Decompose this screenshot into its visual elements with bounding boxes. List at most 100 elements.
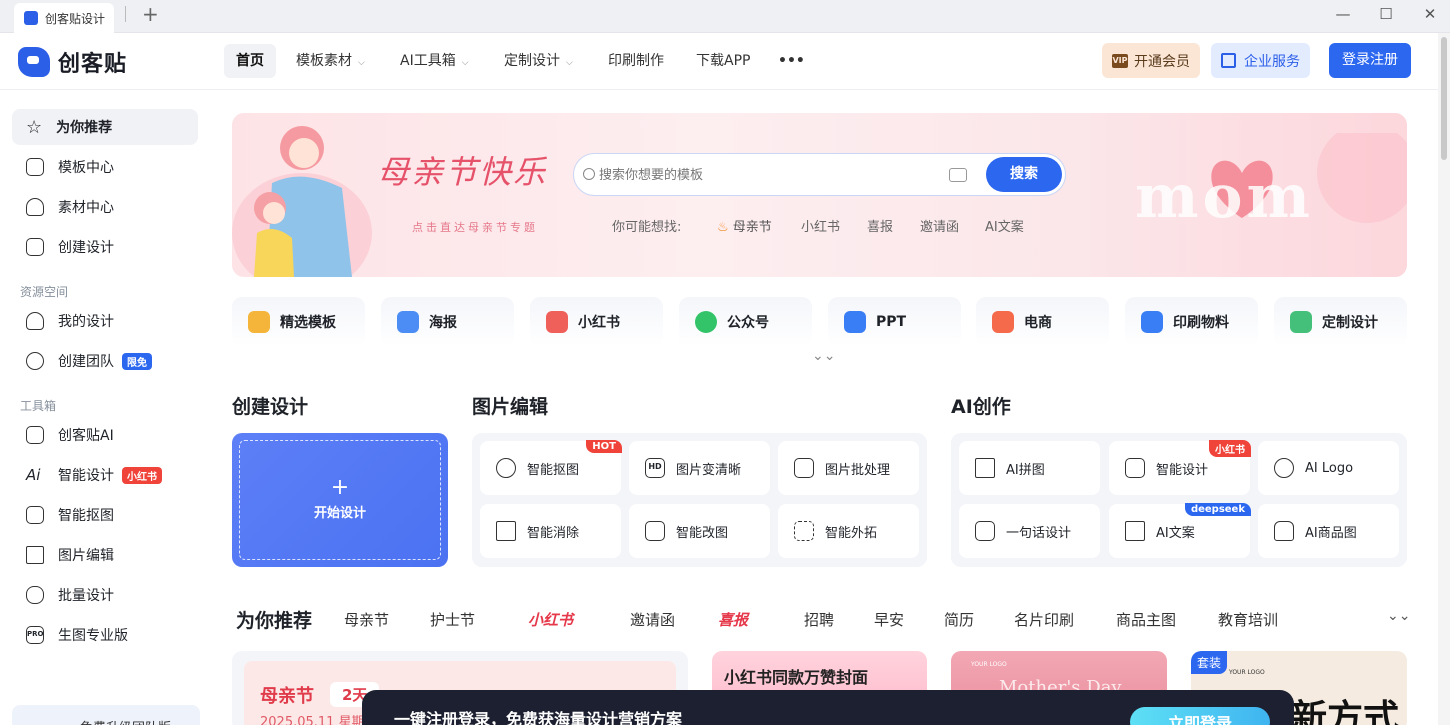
tool-ai-product[interactable]: AI商品图 xyxy=(1258,504,1399,558)
section-ai-title: AI创作 xyxy=(951,396,1011,418)
search-input[interactable] xyxy=(599,165,939,185)
hint-mothers-day[interactable]: ♨ 母亲节 xyxy=(717,216,772,235)
team-upgrade-promo[interactable]: 免费升级团队版 xyxy=(12,705,200,725)
hint-invitation[interactable]: 邀请函 xyxy=(920,216,959,235)
category-poster[interactable]: 海报 xyxy=(381,297,514,347)
sidebar-item-materials[interactable]: 素材中心 xyxy=(12,189,198,225)
login-prompt-text: 一键注册登录，免费获海量设计营销方案 xyxy=(394,710,683,725)
minimize-button[interactable]: — xyxy=(1333,5,1353,23)
sidebar-item-create[interactable]: 创建设计 xyxy=(12,229,198,265)
fire-icon: ♨ xyxy=(717,220,729,235)
xiaohongshu-badge: 小红书 xyxy=(122,466,162,484)
wechat-icon xyxy=(695,311,717,333)
tool-ai-collage[interactable]: AI拼图 xyxy=(959,441,1100,495)
nav-templates[interactable]: 模板素材 ⌵ xyxy=(284,44,377,78)
rec-tab-education[interactable]: 教育培训 xyxy=(1218,609,1278,630)
tool-one-sentence[interactable]: 一句话设计 xyxy=(959,504,1100,558)
category-xiaohongshu[interactable]: 小红书 xyxy=(530,297,663,347)
start-design-label: 开始设计 xyxy=(313,506,366,521)
recommend-title: 为你推荐 xyxy=(236,610,313,632)
tab-title: 创客贴设计 xyxy=(45,11,106,26)
sidebar-item-batch[interactable]: 批量设计 xyxy=(12,577,198,613)
login-now-button[interactable]: 立即登录 xyxy=(1130,707,1270,725)
tool-enhance[interactable]: HD 图片变清晰 xyxy=(629,441,770,495)
sidebar-item-ai[interactable]: 创客贴AI xyxy=(12,417,198,453)
nav-printing[interactable]: 印刷制作 xyxy=(596,44,676,78)
tool-ai-logo[interactable]: AI Logo xyxy=(1258,441,1399,495)
rec-tab-good-news[interactable]: 喜报 xyxy=(718,609,748,630)
collage-icon xyxy=(975,458,995,478)
sidebar-item-cutout[interactable]: 智能抠图 xyxy=(12,497,198,533)
hint-xiaohongshu[interactable]: 小红书 xyxy=(801,216,840,235)
tool-ai-smart-design[interactable]: 智能设计 小红书 xyxy=(1109,440,1251,495)
rec-tab-card-print[interactable]: 名片印刷 xyxy=(1014,609,1074,630)
sidebar-item-pro[interactable]: PRO 生图专业版 xyxy=(12,617,198,653)
card-title: 母亲节 xyxy=(260,686,314,707)
category-custom[interactable]: 定制设计 xyxy=(1274,297,1407,347)
rec-tab-product-image[interactable]: 商品主图 xyxy=(1116,609,1176,630)
card-logo: YOUR LOGO xyxy=(971,661,1007,668)
nav-more-icon[interactable]: ••• xyxy=(766,44,817,78)
sidebar-item-smart-design[interactable]: Ai 智能设计 小红书 xyxy=(12,457,198,493)
sidebar-item-create-team[interactable]: 创建团队 限免 xyxy=(12,343,198,379)
browser-tab[interactable]: 创客贴设计 xyxy=(14,3,114,33)
maximize-button[interactable]: ☐ xyxy=(1376,5,1396,23)
sparkle-image-icon xyxy=(1125,458,1145,478)
tool-smart-cutout[interactable]: 智能抠图 HOT xyxy=(480,440,622,495)
search-icon xyxy=(583,168,595,180)
nav-download-app[interactable]: 下载APP xyxy=(684,44,762,78)
enterprise-button[interactable]: 企业服务 xyxy=(1211,43,1310,78)
rec-tab-mothers-day[interactable]: 母亲节 xyxy=(344,609,389,630)
sidebar-item-image-edit[interactable]: 图片编辑 xyxy=(12,537,198,573)
template-icon xyxy=(26,158,44,176)
nav-ai-tools[interactable]: AI工具箱 ⌵ xyxy=(388,44,481,78)
search-hint-label: 你可能想找: xyxy=(612,220,682,235)
section-image-title: 图片编辑 xyxy=(472,396,549,418)
ai-design-icon: Ai xyxy=(26,466,41,484)
category-wechat[interactable]: 公众号 xyxy=(679,297,812,347)
ai-icon xyxy=(26,426,44,444)
nav-home[interactable]: 首页 xyxy=(224,44,276,78)
batch-image-icon xyxy=(794,458,814,478)
rec-tab-invitation[interactable]: 邀请函 xyxy=(630,609,675,630)
group-label-tools: 工具箱 xyxy=(20,399,57,413)
nav-custom-design[interactable]: 定制设计 ⌵ xyxy=(492,44,585,78)
rec-tab-morning[interactable]: 早安 xyxy=(874,609,904,630)
camera-icon[interactable] xyxy=(949,168,967,182)
login-button[interactable]: 登录注册 xyxy=(1329,43,1411,78)
cutout-icon xyxy=(26,506,44,524)
sidebar-item-recommend[interactable]: ☆ 为你推荐 xyxy=(12,109,198,145)
expand-chevron-icon[interactable]: ⌄⌄ xyxy=(812,348,835,364)
category-ecommerce[interactable]: 电商 xyxy=(976,297,1109,347)
category-ppt[interactable]: PPT xyxy=(828,297,961,347)
sidebar-item-my-designs[interactable]: 我的设计 xyxy=(12,303,198,339)
tool-extend[interactable]: 智能外拓 xyxy=(778,504,919,558)
category-featured[interactable]: 精选模板 xyxy=(232,297,365,347)
brand-logo[interactable]: 创客贴 xyxy=(18,46,127,78)
hint-ai-copy[interactable]: AI文案 xyxy=(985,216,1024,235)
building-icon xyxy=(1221,53,1236,68)
vip-button[interactable]: VIP 开通会员 xyxy=(1102,43,1200,78)
scrollbar[interactable] xyxy=(1438,33,1450,725)
category-print[interactable]: 印刷物料 xyxy=(1125,297,1258,347)
rec-tab-nurses-day[interactable]: 护士节 xyxy=(430,609,475,630)
close-button[interactable]: ✕ xyxy=(1420,5,1440,23)
start-design-card[interactable]: + 开始设计 xyxy=(232,433,448,567)
rec-tab-recruit[interactable]: 招聘 xyxy=(804,609,834,630)
expand-tabs-chevron-icon[interactable]: ⌄⌄ xyxy=(1387,608,1410,624)
crop-icon xyxy=(26,546,44,564)
ppt-icon xyxy=(844,311,866,333)
sidebar-item-templates[interactable]: 模板中心 xyxy=(12,149,198,185)
tool-erase[interactable]: 智能消除 xyxy=(480,504,621,558)
browser-titlebar xyxy=(0,0,1450,33)
new-tab-button[interactable]: + xyxy=(142,2,159,26)
user-icon xyxy=(26,312,44,330)
rec-tab-resume[interactable]: 简历 xyxy=(944,609,974,630)
search-button[interactable]: 搜索 xyxy=(986,157,1062,192)
scrollbar-thumb[interactable] xyxy=(1441,37,1447,160)
tool-ai-copy[interactable]: AI文案 deepseek xyxy=(1109,503,1251,558)
tool-batch[interactable]: 图片批处理 xyxy=(778,441,919,495)
rec-tab-xiaohongshu[interactable]: 小红书 xyxy=(528,609,573,630)
hint-good-news[interactable]: 喜报 xyxy=(867,216,893,235)
tool-edit-image[interactable]: 智能改图 xyxy=(629,504,770,558)
